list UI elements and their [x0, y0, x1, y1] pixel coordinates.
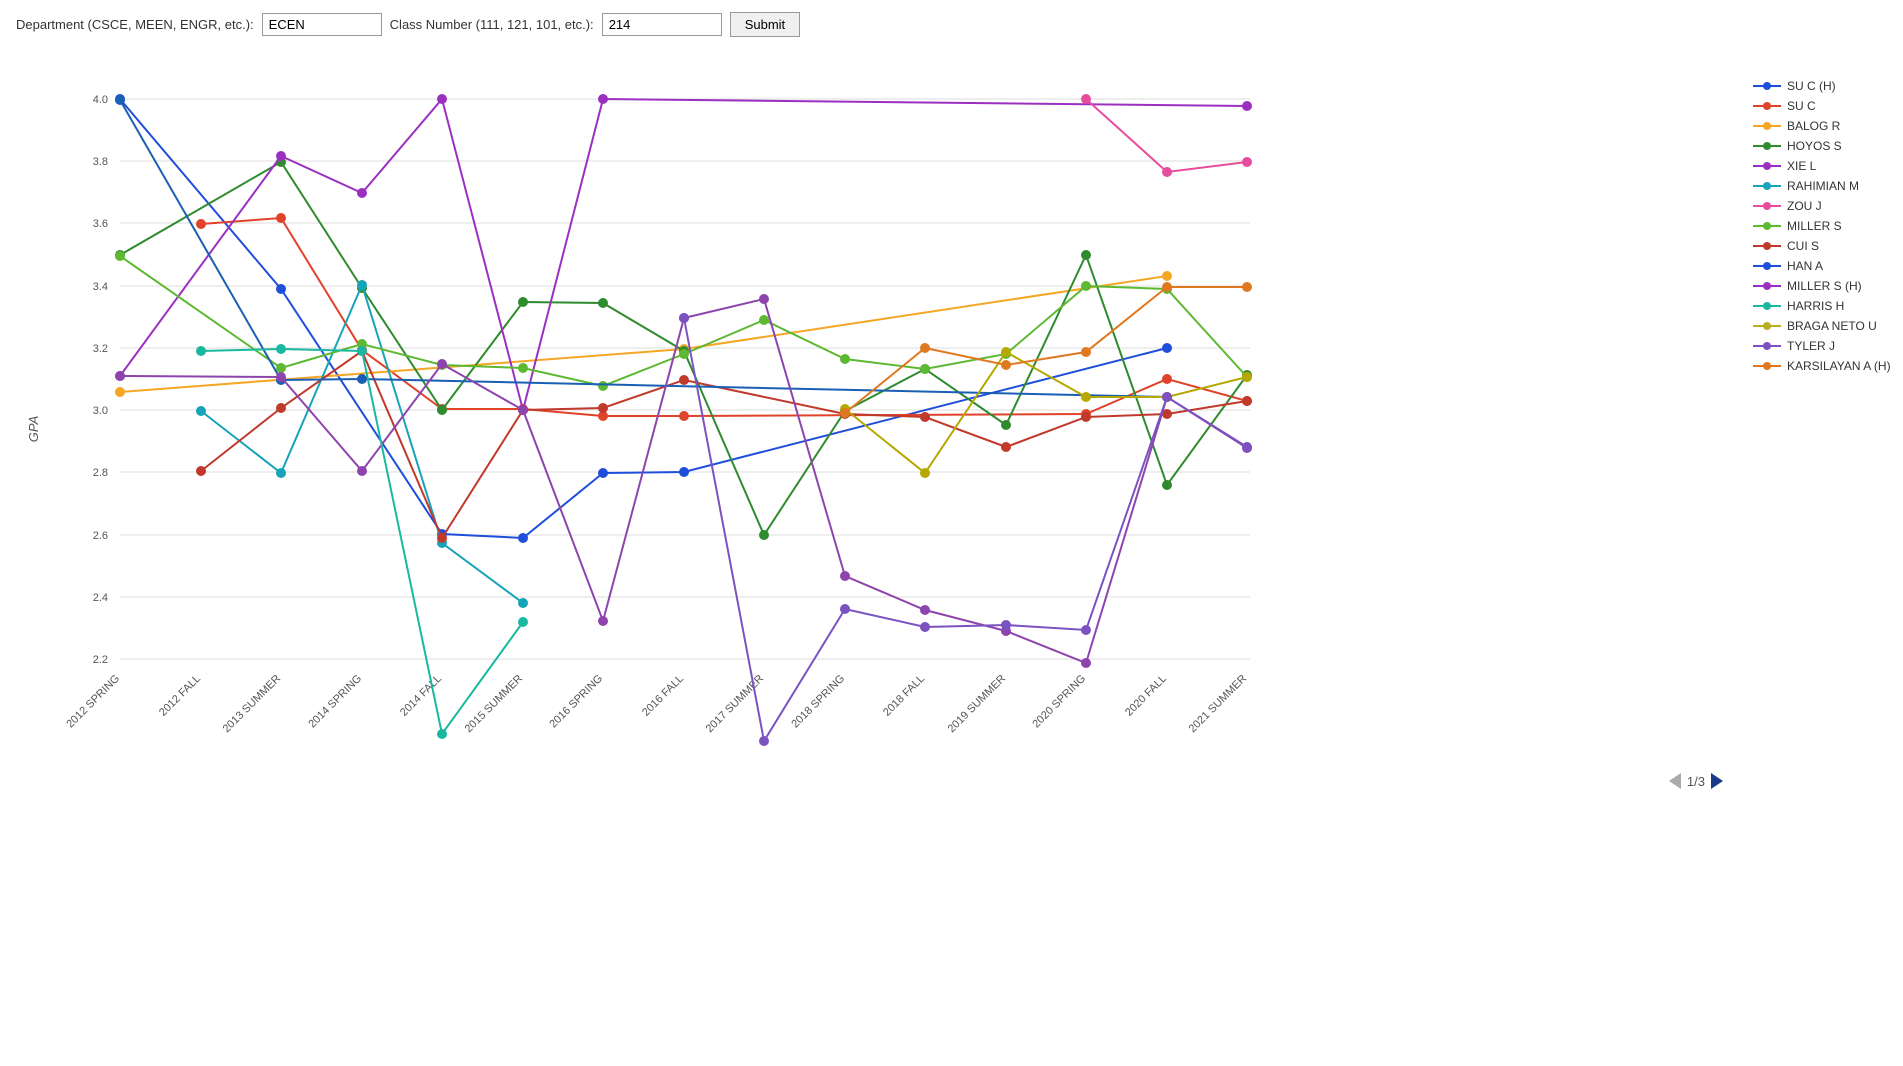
class-label: Class Number (111, 121, 101, etc.): — [390, 17, 594, 32]
svg-text:2.2: 2.2 — [93, 654, 108, 666]
svg-text:2020 SPRING: 2020 SPRING — [1030, 673, 1088, 731]
svg-text:2012 FALL: 2012 FALL — [157, 673, 203, 719]
dept-input[interactable] — [262, 13, 382, 36]
svg-text:2013 SUMMER: 2013 SUMMER — [221, 673, 284, 736]
chart-wrapper: GPA .axis-text { font-size: 11px; fill: … — [10, 69, 1733, 789]
svg-text:3.4: 3.4 — [93, 281, 108, 293]
legend-label-11: HARRIS H — [1787, 299, 1844, 313]
prev-page-button[interactable] — [1669, 773, 1681, 789]
legend-label-8: CUI S — [1787, 239, 1819, 253]
legend-line-icon — [1753, 300, 1781, 312]
page-indicator: 1/3 — [1687, 774, 1705, 789]
legend-line-icon — [1753, 200, 1781, 212]
svg-text:2018 FALL: 2018 FALL — [881, 673, 927, 719]
svg-text:3.2: 3.2 — [93, 343, 108, 355]
svg-text:3.0: 3.0 — [93, 405, 108, 417]
svg-text:2.8: 2.8 — [93, 467, 108, 479]
svg-text:3.8: 3.8 — [93, 156, 108, 168]
legend-item-6: ZOU J — [1753, 199, 1893, 213]
legend-line-icon — [1753, 100, 1781, 112]
legend: SU C (H) SU C BALOG R HOYOS S XIE L RAHIMIAN … — [1733, 69, 1893, 789]
svg-text:2012 SPRING: 2012 SPRING — [64, 673, 122, 731]
legend-line-icon — [1753, 180, 1781, 192]
legend-line-icon — [1753, 80, 1781, 92]
svg-text:4.0: 4.0 — [93, 94, 108, 106]
dept-label: Department (CSCE, MEEN, ENGR, etc.): — [16, 17, 254, 32]
legend-line-icon — [1753, 120, 1781, 132]
svg-text:2.6: 2.6 — [93, 530, 108, 542]
legend-item-2: BALOG R — [1753, 119, 1893, 133]
legend-item-0: SU C (H) — [1753, 79, 1893, 93]
legend-line-icon — [1753, 360, 1781, 372]
y-axis-label: GPA — [26, 416, 41, 443]
legend-label-0: SU C (H) — [1787, 79, 1836, 93]
top-bar: Department (CSCE, MEEN, ENGR, etc.): Cla… — [0, 0, 1903, 49]
legend-label-6: ZOU J — [1787, 199, 1822, 213]
legend-item-5: RAHIMIAN M — [1753, 179, 1893, 193]
legend-item-14: KARSILAYAN A (H) — [1753, 359, 1893, 373]
legend-line-icon — [1753, 320, 1781, 332]
legend-line-icon — [1753, 220, 1781, 232]
legend-line-icon — [1753, 240, 1781, 252]
legend-label-7: MILLER S — [1787, 219, 1842, 233]
svg-text:2018 SPRING: 2018 SPRING — [789, 673, 847, 731]
legend-label-3: HOYOS S — [1787, 139, 1842, 153]
legend-label-10: MILLER S (H) — [1787, 279, 1862, 293]
legend-line-icon — [1753, 160, 1781, 172]
svg-text:2015 SUMMER: 2015 SUMMER — [463, 673, 526, 736]
class-input[interactable] — [602, 13, 722, 36]
legend-item-1: SU C — [1753, 99, 1893, 113]
legend-line-icon — [1753, 260, 1781, 272]
chart-area: GPA .axis-text { font-size: 11px; fill: … — [0, 49, 1903, 799]
legend-item-8: CUI S — [1753, 239, 1893, 253]
svg-text:2021 SUMMER: 2021 SUMMER — [1187, 673, 1250, 736]
svg-text:2.4: 2.4 — [93, 592, 108, 604]
legend-line-icon — [1753, 340, 1781, 352]
submit-button[interactable]: Submit — [730, 12, 800, 37]
legend-line-icon — [1753, 280, 1781, 292]
legend-label-13: TYLER J — [1787, 339, 1835, 353]
legend-item-3: HOYOS S — [1753, 139, 1893, 153]
svg-text:2016 FALL: 2016 FALL — [640, 673, 686, 719]
legend-item-4: XIE L — [1753, 159, 1893, 173]
legend-label-5: RAHIMIAN M — [1787, 179, 1859, 193]
pagination: 1/3 — [10, 773, 1733, 789]
legend-label-12: BRAGA NETO U — [1787, 319, 1877, 333]
legend-item-7: MILLER S — [1753, 219, 1893, 233]
svg-text:2014 SPRING: 2014 SPRING — [306, 673, 364, 731]
legend-label-4: XIE L — [1787, 159, 1816, 173]
legend-label-2: BALOG R — [1787, 119, 1840, 133]
legend-item-11: HARRIS H — [1753, 299, 1893, 313]
legend-item-9: HAN A — [1753, 259, 1893, 273]
legend-label-1: SU C — [1787, 99, 1816, 113]
svg-text:3.6: 3.6 — [93, 218, 108, 230]
main-chart: .axis-text { font-size: 11px; fill: #555… — [50, 69, 1330, 769]
next-page-button[interactable] — [1711, 773, 1723, 789]
svg-text:2020 FALL: 2020 FALL — [1123, 673, 1169, 719]
legend-label-14: KARSILAYAN A (H) — [1787, 359, 1891, 373]
svg-text:2019 SUMMER: 2019 SUMMER — [946, 673, 1009, 736]
legend-item-13: TYLER J — [1753, 339, 1893, 353]
legend-line-icon — [1753, 140, 1781, 152]
legend-item-10: MILLER S (H) — [1753, 279, 1893, 293]
svg-text:2016 SPRING: 2016 SPRING — [547, 673, 605, 731]
legend-label-9: HAN A — [1787, 259, 1823, 273]
legend-item-12: BRAGA NETO U — [1753, 319, 1893, 333]
